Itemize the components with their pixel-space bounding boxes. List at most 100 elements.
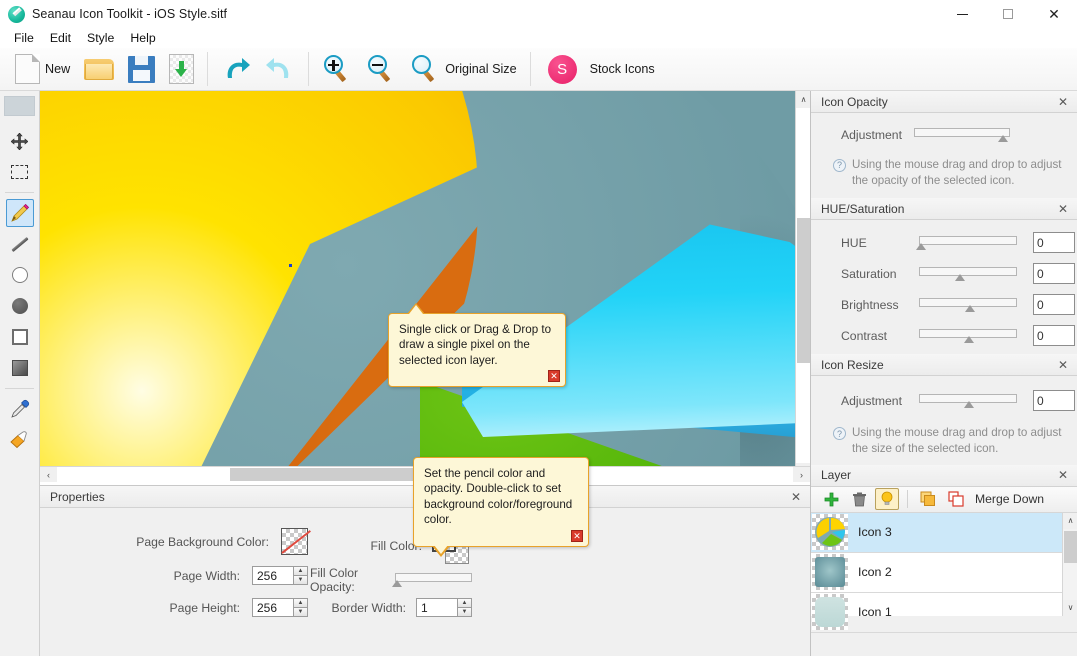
slider-thumb[interactable] bbox=[916, 242, 926, 250]
icon-opacity-slider[interactable] bbox=[913, 127, 1010, 143]
paint-bucket-icon bbox=[9, 431, 30, 449]
slider-thumb[interactable] bbox=[965, 304, 975, 312]
title-bar: Seanau Icon Toolkit - iOS Style.sitf ✕ bbox=[0, 0, 1077, 28]
page-width-stepper[interactable]: ▲▼ bbox=[252, 566, 308, 585]
tooltip-close-button[interactable]: ✕ bbox=[571, 529, 583, 542]
contrast-input[interactable] bbox=[1033, 325, 1075, 347]
page-background-color-swatch[interactable] bbox=[281, 528, 311, 555]
page-height-down[interactable]: ▼ bbox=[293, 607, 308, 617]
layer-close-icon[interactable]: ✕ bbox=[1055, 467, 1071, 483]
scroll-left-button[interactable]: ‹ bbox=[40, 467, 57, 482]
scroll-thumb-vertical[interactable] bbox=[797, 218, 810, 363]
icon-opacity-header: Icon Opacity ✕ bbox=[811, 91, 1077, 113]
tool-eyedropper[interactable] bbox=[6, 395, 34, 423]
border-width-stepper[interactable]: ▲▼ bbox=[416, 598, 472, 617]
layer-row-icon1[interactable]: Icon 1 bbox=[811, 593, 1077, 633]
page-height-input[interactable] bbox=[252, 598, 293, 617]
delete-layer-button[interactable] bbox=[847, 488, 871, 510]
slider-track bbox=[919, 235, 1017, 245]
tool-ellipse-filled[interactable] bbox=[6, 292, 34, 320]
duplicate-layer-button[interactable] bbox=[916, 488, 940, 510]
layer-row-icon2[interactable]: Icon 2 bbox=[811, 553, 1077, 593]
page-height-stepper[interactable]: ▲▼ bbox=[252, 598, 308, 617]
menu-item-file[interactable]: File bbox=[7, 29, 43, 47]
add-layer-button[interactable] bbox=[819, 488, 843, 510]
hue-slider[interactable] bbox=[916, 235, 1017, 251]
save-button[interactable] bbox=[121, 49, 162, 89]
hue-saturation-close-icon[interactable]: ✕ bbox=[1055, 201, 1071, 217]
page-height-up[interactable]: ▲ bbox=[293, 598, 308, 607]
page-width-input[interactable] bbox=[252, 566, 293, 585]
fill-color-opacity-slider[interactable] bbox=[392, 572, 472, 588]
zoom-in-button[interactable] bbox=[315, 49, 359, 89]
page-width-up[interactable]: ▲ bbox=[293, 566, 308, 575]
saturation-slider[interactable] bbox=[919, 266, 1017, 282]
undo-button[interactable] bbox=[214, 49, 258, 89]
icon-resize-slider[interactable] bbox=[919, 393, 1017, 409]
layer-vertical-scrollbar[interactable]: ∧ ∨ bbox=[1062, 512, 1077, 616]
merge-down-label[interactable]: Merge Down bbox=[975, 492, 1044, 506]
maximize-button[interactable] bbox=[985, 0, 1031, 28]
slider-thumb[interactable] bbox=[955, 273, 965, 281]
tooltip-close-button[interactable]: ✕ bbox=[548, 370, 560, 383]
icon-opacity-close-icon[interactable]: ✕ bbox=[1055, 94, 1071, 110]
properties-close-icon[interactable]: ✕ bbox=[788, 489, 804, 505]
minimize-button[interactable] bbox=[939, 0, 985, 28]
slider-track bbox=[395, 573, 472, 582]
save-as-button[interactable] bbox=[162, 49, 201, 89]
menu-item-help[interactable]: Help bbox=[123, 29, 164, 47]
tool-paint-bucket[interactable] bbox=[6, 426, 34, 454]
floppy-disk-icon bbox=[128, 55, 156, 83]
tool-preview-block bbox=[4, 96, 35, 116]
menu-item-style[interactable]: Style bbox=[80, 29, 123, 47]
tool-rectangle-filled[interactable] bbox=[6, 354, 34, 382]
tool-rectangle-outline[interactable] bbox=[6, 323, 34, 351]
icon-resize-close-icon[interactable]: ✕ bbox=[1055, 357, 1071, 373]
layer-scroll-up-button[interactable]: ∧ bbox=[1063, 512, 1077, 529]
tool-ellipse-outline[interactable] bbox=[6, 261, 34, 289]
slider-thumb[interactable] bbox=[964, 400, 974, 408]
canvas-vertical-scrollbar[interactable]: ∧ ∨ bbox=[795, 91, 811, 480]
help-icon: ? bbox=[833, 427, 846, 441]
brightness-input[interactable] bbox=[1033, 294, 1075, 316]
icon-opacity-body: Adjustment ? Using the mouse drag and dr… bbox=[811, 113, 1077, 198]
page-height-row: Page Height: ▲▼ bbox=[78, 598, 308, 617]
border-width-down[interactable]: ▼ bbox=[457, 607, 472, 617]
zoom-out-button[interactable] bbox=[359, 49, 403, 89]
saturation-input[interactable] bbox=[1033, 263, 1075, 285]
contrast-slider[interactable] bbox=[919, 328, 1017, 344]
merge-down-icon-button[interactable] bbox=[944, 488, 968, 510]
redo-button[interactable] bbox=[258, 49, 302, 89]
slider-thumb[interactable] bbox=[964, 335, 974, 343]
marquee-select-icon bbox=[11, 165, 28, 179]
open-button[interactable] bbox=[77, 49, 121, 89]
trash-icon bbox=[852, 492, 866, 507]
layer-scroll-down-button[interactable]: ∨ bbox=[1063, 599, 1077, 616]
page-width-down[interactable]: ▼ bbox=[293, 575, 308, 585]
hue-saturation-title: HUE/Saturation bbox=[821, 201, 905, 216]
hue-input[interactable] bbox=[1033, 232, 1075, 254]
menu-item-edit[interactable]: Edit bbox=[43, 29, 80, 47]
original-size-button[interactable]: Original Size bbox=[403, 49, 523, 89]
layer-scroll-thumb[interactable] bbox=[1064, 530, 1077, 563]
slider-thumb[interactable] bbox=[392, 580, 403, 587]
scroll-right-button[interactable]: › bbox=[793, 467, 810, 482]
close-button[interactable]: ✕ bbox=[1031, 0, 1077, 28]
brightness-slider[interactable] bbox=[919, 297, 1017, 313]
layer-visibility-button[interactable] bbox=[875, 488, 899, 511]
tool-line[interactable] bbox=[6, 230, 34, 258]
icon-canvas[interactable] bbox=[40, 91, 810, 480]
new-button[interactable]: New bbox=[8, 49, 77, 89]
border-width-input[interactable] bbox=[416, 598, 457, 617]
border-width-up[interactable]: ▲ bbox=[457, 598, 472, 607]
scroll-up-button[interactable]: ∧ bbox=[796, 91, 811, 108]
tool-pencil[interactable] bbox=[5, 199, 34, 227]
tool-marquee-select[interactable] bbox=[6, 158, 34, 186]
layer-row-icon3[interactable]: Icon 3 bbox=[811, 512, 1077, 553]
stock-icons-button[interactable]: S Stock Icons bbox=[541, 49, 662, 89]
slider-thumb[interactable] bbox=[997, 135, 1008, 142]
tool-move[interactable] bbox=[6, 127, 34, 155]
slider-track bbox=[919, 266, 1017, 276]
icon-resize-input[interactable] bbox=[1033, 390, 1075, 412]
slider-track bbox=[913, 128, 1010, 137]
